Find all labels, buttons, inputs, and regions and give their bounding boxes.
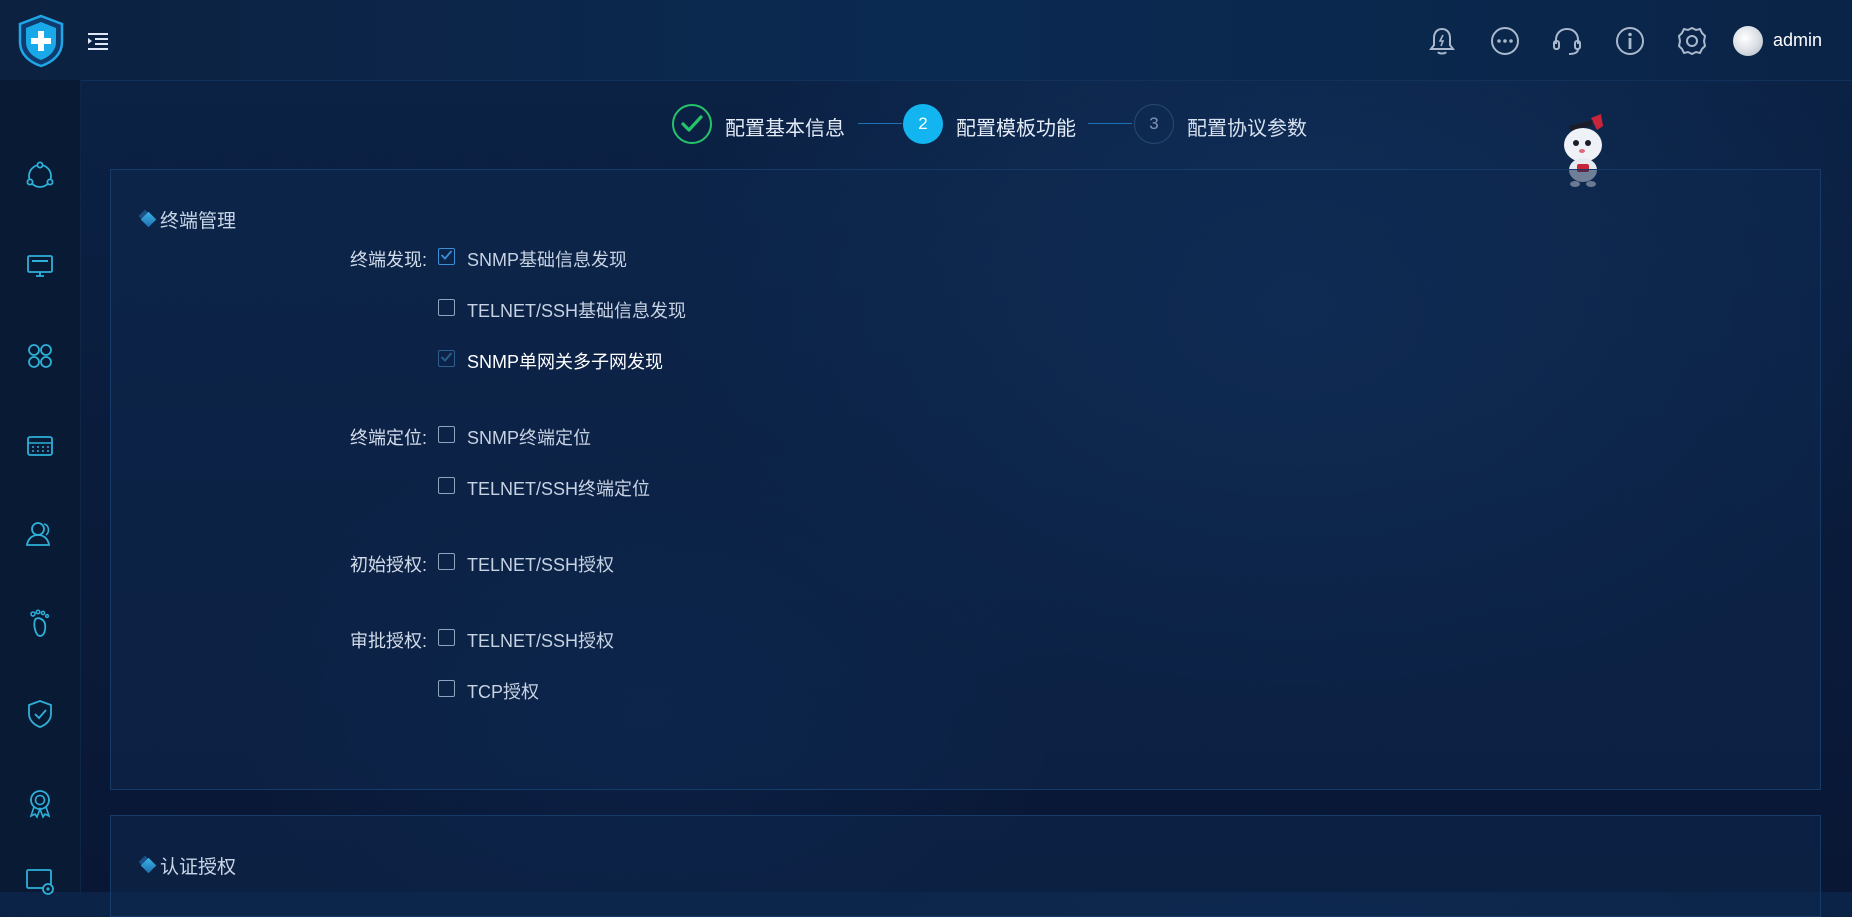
headset-icon[interactable] bbox=[1550, 24, 1584, 58]
initial-auth-label: 初始授权: bbox=[349, 555, 427, 575]
terminal-management-panel: 终端管理 终端发现: SNMP基础信息发现 TELNET/SSH基础信息发现 S… bbox=[110, 169, 1821, 790]
top-bar: admin bbox=[0, 0, 1852, 81]
auth-panel: 认证授权 bbox=[110, 815, 1821, 917]
diamond-icon bbox=[140, 857, 157, 874]
username-label[interactable]: admin bbox=[1773, 30, 1822, 51]
user-icon[interactable] bbox=[20, 514, 60, 554]
label-telnet-discovery[interactable]: TELNET/SSH基础信息发现 bbox=[467, 297, 686, 323]
checkbox-initial-telnet-auth[interactable] bbox=[438, 553, 455, 570]
more-icon[interactable] bbox=[1488, 24, 1522, 58]
location-label: 终端定位: bbox=[349, 428, 427, 448]
checkbox-approval-tcp-auth[interactable] bbox=[438, 680, 455, 697]
bell-icon[interactable] bbox=[1425, 24, 1459, 58]
step-connector bbox=[858, 123, 902, 124]
step-2-label: 配置模板功能 bbox=[956, 118, 1076, 140]
label-snmp-discovery[interactable]: SNMP基础信息发现 bbox=[467, 246, 627, 272]
checkbox-snmp-location[interactable] bbox=[438, 426, 455, 443]
checkbox-approval-telnet-auth[interactable] bbox=[438, 629, 455, 646]
footprint-icon[interactable] bbox=[20, 604, 60, 644]
checkbox-snmp-discovery[interactable] bbox=[438, 248, 455, 265]
section-title-text: 认证授权 bbox=[160, 857, 237, 878]
section-title-terminal: 终端管理 bbox=[140, 206, 237, 233]
menu-indent-icon[interactable] bbox=[86, 30, 110, 52]
label-snmp-multi-subnet[interactable]: SNMP单网关多子网发现 bbox=[467, 348, 663, 374]
step-3-pending: 3 bbox=[1134, 104, 1174, 144]
step-1-label: 配置基本信息 bbox=[725, 118, 845, 140]
label-snmp-location[interactable]: SNMP终端定位 bbox=[467, 424, 591, 450]
section-title-auth: 认证授权 bbox=[140, 852, 237, 879]
info-icon[interactable] bbox=[1613, 24, 1647, 58]
step-2-active: 2 bbox=[903, 104, 943, 144]
screen-settings-icon[interactable] bbox=[20, 862, 60, 902]
label-telnet-location[interactable]: TELNET/SSH终端定位 bbox=[467, 475, 650, 501]
monitor-icon[interactable] bbox=[20, 246, 60, 286]
check-icon bbox=[681, 115, 703, 132]
step-1-done bbox=[672, 104, 712, 144]
label-approval-tcp-auth[interactable]: TCP授权 bbox=[467, 678, 539, 704]
discovery-label: 终端发现: bbox=[349, 250, 427, 270]
step-3-label: 配置协议参数 bbox=[1187, 118, 1307, 140]
avatar[interactable] bbox=[1733, 26, 1763, 56]
award-icon[interactable] bbox=[20, 784, 60, 824]
approval-auth-label: 审批授权: bbox=[349, 631, 427, 651]
sidebar bbox=[0, 80, 81, 895]
check-icon bbox=[440, 250, 453, 260]
shield-check-icon[interactable] bbox=[20, 694, 60, 734]
checkbox-snmp-multi-subnet[interactable] bbox=[438, 350, 455, 367]
topology-icon[interactable] bbox=[20, 156, 60, 196]
check-icon bbox=[440, 352, 453, 362]
step-connector bbox=[1088, 123, 1132, 124]
keyboard-icon[interactable] bbox=[20, 426, 60, 466]
apps-icon[interactable] bbox=[20, 336, 60, 376]
checkbox-telnet-discovery[interactable] bbox=[438, 299, 455, 316]
label-initial-telnet-auth[interactable]: TELNET/SSH授权 bbox=[467, 551, 614, 577]
shield-plus-logo[interactable] bbox=[16, 14, 66, 68]
section-title-text: 终端管理 bbox=[160, 211, 237, 232]
diamond-icon bbox=[140, 211, 157, 228]
settings-icon[interactable] bbox=[1675, 24, 1709, 58]
checkbox-telnet-location[interactable] bbox=[438, 477, 455, 494]
label-approval-telnet-auth[interactable]: TELNET/SSH授权 bbox=[467, 627, 614, 653]
